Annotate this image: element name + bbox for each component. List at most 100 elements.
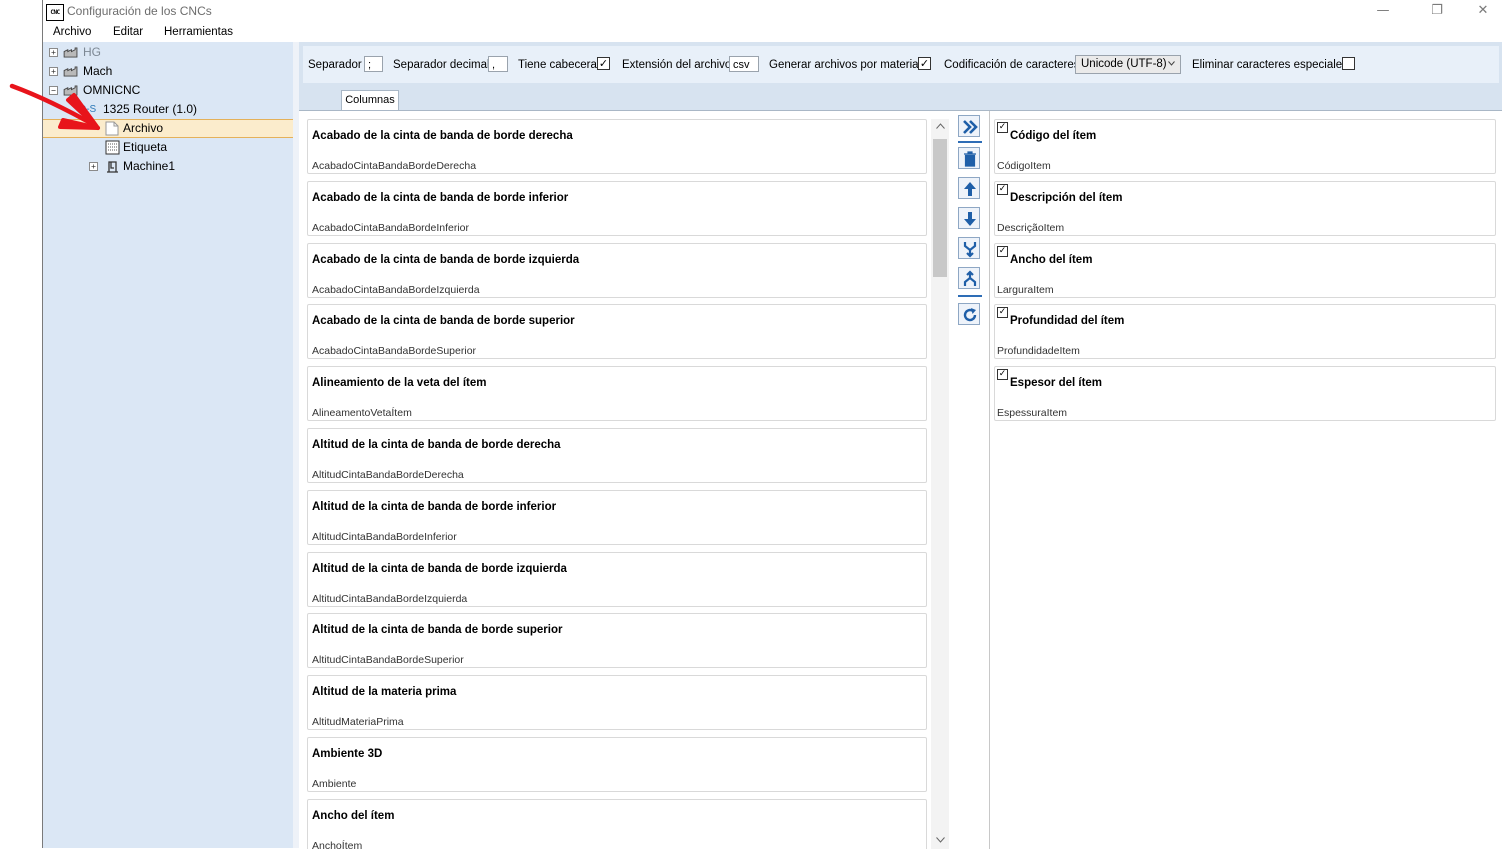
split-icon [963, 270, 977, 286]
move-up-button[interactable] [958, 177, 980, 199]
label-icon [105, 140, 120, 155]
tree-item-etiqueta[interactable]: Etiqueta [103, 138, 283, 157]
refresh-icon [963, 308, 977, 322]
column-title: Altitud de la cinta de banda de borde iz… [312, 562, 567, 575]
column-key: Ambiente [312, 778, 357, 790]
selected-column-item[interactable]: ✓ Ancho del ítem LarguraItem [994, 242, 1496, 298]
column-title: Ancho del ítem [1010, 253, 1093, 266]
column-key: AltitudCintaBandaBordeDerecha [312, 469, 464, 481]
factory-icon [63, 85, 78, 96]
column-enabled-checkbox[interactable]: ✓ [997, 122, 1008, 133]
tree-label-hg: HG [83, 45, 101, 59]
collapse-icon[interactable]: − [49, 86, 58, 95]
app-icon: CNC [46, 4, 64, 21]
available-column-item[interactable]: Altitud de la cinta de banda de borde iz… [307, 551, 927, 607]
tree-item-router[interactable]: D-S 1325 Router (1.0) [61, 100, 287, 119]
column-key: EspessuraItem [997, 407, 1068, 420]
split-button[interactable] [958, 267, 980, 289]
selected-column-item[interactable]: ✓ Espesor del ítem EspessuraItem [994, 366, 1496, 422]
extension-input[interactable]: csv [729, 56, 759, 72]
available-column-item[interactable]: Ambiente 3D Ambiente [307, 737, 927, 792]
available-column-item[interactable]: Ancho del ítem AnchoÍtem [307, 798, 927, 849]
trash-icon [964, 151, 976, 167]
scroll-up-icon[interactable] [936, 123, 945, 129]
column-title: Acabado de la cinta de banda de borde su… [312, 315, 575, 328]
column-title: Altitud de la cinta de banda de borde su… [312, 624, 563, 637]
vertical-scrollbar[interactable] [931, 119, 949, 849]
available-column-item[interactable]: Acabado de la cinta de banda de borde in… [307, 180, 927, 236]
add-all-button[interactable] [958, 115, 980, 137]
refresh-button[interactable] [958, 303, 980, 325]
arrow-down-icon [964, 212, 976, 226]
column-key: AcabadoCintaBandaBordeSuperior [312, 345, 477, 358]
por-material-label: Generar archivos por material [769, 59, 922, 71]
expand-icon[interactable]: + [49, 48, 58, 57]
eliminar-checkbox[interactable] [1342, 57, 1355, 70]
merge-button[interactable] [958, 237, 980, 259]
delete-button[interactable] [958, 147, 980, 169]
tree-label-omnicnc: OMNICNC [83, 83, 141, 97]
restore-button[interactable]: ❐ [1414, 0, 1460, 22]
available-column-item[interactable]: Acabado de la cinta de banda de borde iz… [307, 242, 927, 298]
tree-label-archivo: Archivo [123, 121, 164, 135]
close-button[interactable]: ✕ [1460, 0, 1502, 22]
factory-icon [63, 47, 78, 58]
app-window: CNC Configuración de los CNCs — ❐ ✕ Arch… [42, 0, 1502, 849]
tree-item-hg[interactable]: + HG [47, 43, 287, 62]
tree-item-omnicnc[interactable]: − OMNICNC [47, 81, 287, 100]
available-column-item[interactable]: Altitud de la cinta de banda de borde de… [307, 428, 927, 483]
tab-columnas[interactable]: Columnas [341, 90, 399, 110]
selected-column-item[interactable]: ✓ Descripción del ítem DescriçãoItem [994, 180, 1496, 236]
window-title: Configuración de los CNCs [67, 4, 212, 18]
tree-label-etiqueta: Etiqueta [123, 140, 168, 154]
cnc-tree: + HG + Mach − OMNICNC D-S 1325 Router (1… [43, 42, 294, 848]
column-title: Ambiente 3D [312, 748, 383, 760]
codificacion-label: Codificación de caracteres [944, 59, 1080, 71]
selected-column-item[interactable]: ✓ Código del ítem CódigoItem [994, 119, 1496, 174]
column-key: AcabadoCintaBandaBordeInferior [312, 221, 470, 234]
available-column-item[interactable]: Altitud de la materia prima AltitudMateri… [307, 675, 927, 731]
machine-icon [107, 161, 118, 173]
column-enabled-checkbox[interactable]: ✓ [997, 369, 1008, 381]
available-column-item[interactable]: Altitud de la cinta de banda de borde su… [307, 613, 927, 669]
arrow-up-icon [964, 182, 976, 196]
por-material-checkbox[interactable]: ✓ [918, 57, 931, 70]
column-title: Código del ítem [1010, 130, 1097, 142]
column-enabled-checkbox[interactable]: ✓ [997, 307, 1008, 319]
column-key: CódigoItem [997, 160, 1051, 172]
column-key: AltitudMateriaPrima [312, 716, 404, 729]
codificacion-select[interactable]: Unicode (UTF-8) [1075, 55, 1181, 74]
column-title: Acabado de la cinta de banda de borde iz… [312, 253, 580, 266]
expand-icon[interactable]: + [89, 162, 98, 171]
available-column-item[interactable]: Acabado de la cinta de banda de borde de… [307, 119, 927, 174]
column-enabled-checkbox[interactable]: ✓ [997, 245, 1008, 257]
column-key: LarguraItem [997, 283, 1054, 296]
options-bar: Separador ; Separador decimal , Tiene ca… [303, 46, 1499, 83]
expand-icon[interactable]: + [49, 67, 58, 76]
tree-item-machine1[interactable]: + Machine1 [87, 157, 283, 176]
cabecera-checkbox[interactable]: ✓ [597, 57, 610, 70]
menu-archivo[interactable]: Archivo [53, 26, 91, 38]
eliminar-label: Eliminar caracteres especiales [1192, 59, 1348, 71]
column-key: AcabadoCintaBandaBordeIzquierda [312, 283, 480, 296]
tree-item-archivo[interactable]: Archivo [103, 119, 283, 138]
column-title: Descripción del ítem [1010, 191, 1123, 204]
column-title: Altitud de la cinta de banda de borde de… [312, 439, 561, 451]
available-column-item[interactable]: Acabado de la cinta de banda de borde su… [307, 304, 927, 360]
minimize-button[interactable]: — [1360, 0, 1406, 22]
column-enabled-checkbox[interactable]: ✓ [997, 183, 1008, 195]
tree-label-mach: Mach [83, 64, 113, 78]
decimal-input[interactable]: , [488, 56, 508, 72]
chevron-down-icon [1168, 61, 1175, 66]
available-column-item[interactable]: Altitud de la cinta de banda de borde in… [307, 489, 927, 545]
menu-editar[interactable]: Editar [113, 26, 143, 38]
column-title: Profundidad del ítem [1010, 315, 1125, 328]
scrollbar-thumb[interactable] [933, 139, 947, 277]
tree-item-mach[interactable]: + Mach [47, 62, 287, 81]
selected-column-item[interactable]: ✓ Profundidad del ítem ProfundidadeItem [994, 304, 1496, 360]
menu-herramientas[interactable]: Herramientas [164, 26, 233, 38]
available-column-item[interactable]: Alineamiento de la veta del ítem Alineame… [307, 366, 927, 422]
scroll-down-icon[interactable] [936, 837, 945, 843]
move-down-button[interactable] [958, 207, 980, 229]
separador-input[interactable]: ; [364, 56, 383, 72]
